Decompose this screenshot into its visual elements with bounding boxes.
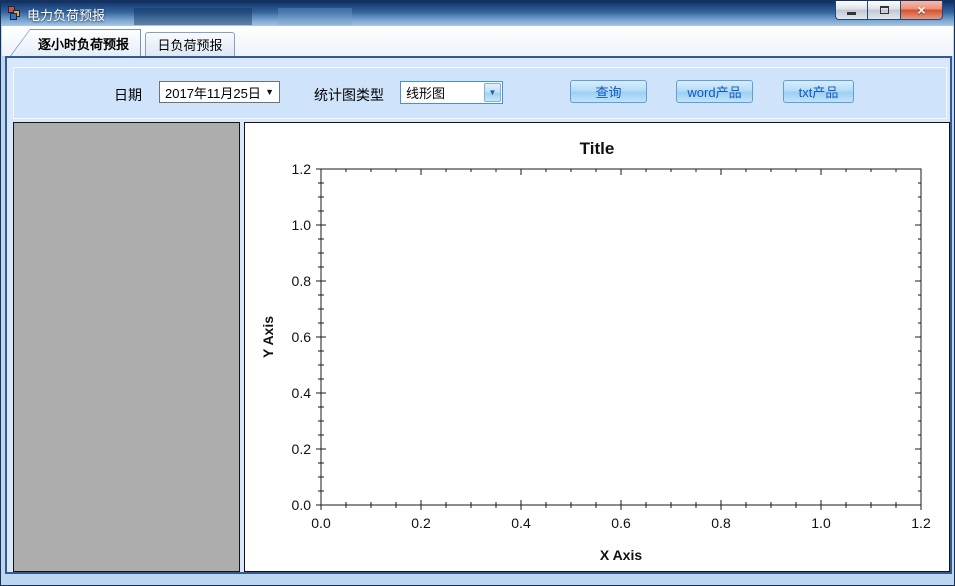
close-icon: × xyxy=(917,2,926,18)
minimize-button[interactable] xyxy=(835,1,868,20)
chart-panel: 0.0 0.2 0.4 0.6 0.8 1.0 1.2 0.0 0.2 0.4 0.6 0.8 1.0 1… xyxy=(244,122,950,572)
tab-hourly-label: 逐小时负荷预报 xyxy=(37,36,129,52)
chart-canvas: 0.0 0.2 0.4 0.6 0.8 1.0 1.2 0.0 0.2 0.4 0.6 0.8 1.0 1… xyxy=(260,139,931,563)
window-controls: × xyxy=(835,1,943,20)
svg-text:1.2: 1.2 xyxy=(911,515,931,531)
tab-hourly-forecast[interactable]: 逐小时负荷预报 xyxy=(10,29,141,56)
combo-dropdown-arrow-icon: ▼ xyxy=(488,87,497,97)
titlebar-ghost xyxy=(278,8,352,25)
window-titlebar[interactable]: 电力负荷预报 × xyxy=(1,1,954,26)
combo-dropdown-button[interactable]: ▼ xyxy=(484,83,501,102)
svg-text:0.4: 0.4 xyxy=(292,385,312,401)
txt-export-button[interactable]: txt产品 xyxy=(783,80,854,103)
window-title: 电力负荷预报 xyxy=(27,8,106,23)
svg-text:1.0: 1.0 xyxy=(811,515,831,531)
svg-text:0.8: 0.8 xyxy=(292,273,312,289)
svg-text:Title: Title xyxy=(580,139,615,158)
tab-daily-label: 日负荷预报 xyxy=(157,38,223,53)
tab-strip: 逐小时负荷预报 日负荷预报 xyxy=(2,26,953,56)
svg-text:0.6: 0.6 xyxy=(611,515,631,531)
chart-type-label: 统计图类型 xyxy=(314,87,384,103)
svg-text:0.2: 0.2 xyxy=(292,441,312,457)
date-picker-value: 2017年11月25日 xyxy=(165,85,261,101)
toolbar-panel: 日期 2017年11月25日 ▼ 统计图类型 线形图 ▼ 查询 word产品 t… xyxy=(13,67,947,119)
query-button[interactable]: 查询 xyxy=(570,80,647,103)
maximize-icon xyxy=(879,6,889,14)
word-export-button[interactable]: word产品 xyxy=(676,80,753,103)
app-icon xyxy=(8,6,23,21)
tab-daily-forecast[interactable]: 日负荷预报 xyxy=(145,32,235,56)
maximize-button[interactable] xyxy=(868,1,900,20)
svg-text:0.0: 0.0 xyxy=(311,515,331,531)
svg-text:0.8: 0.8 xyxy=(711,515,731,531)
close-button[interactable]: × xyxy=(900,1,943,20)
svg-text:X Axis: X Axis xyxy=(600,547,642,563)
svg-text:1.0: 1.0 xyxy=(292,217,312,233)
date-label: 日期 xyxy=(114,87,142,103)
svg-text:1.2: 1.2 xyxy=(292,161,312,177)
date-picker[interactable]: 2017年11月25日 ▼ xyxy=(159,81,280,103)
svg-text:0.4: 0.4 xyxy=(511,515,531,531)
app-icon-square-blue xyxy=(10,13,17,20)
svg-text:0.2: 0.2 xyxy=(411,515,431,531)
minimize-icon xyxy=(847,12,856,15)
svg-text:Y Axis: Y Axis xyxy=(260,316,276,358)
date-dropdown-arrow-icon: ▼ xyxy=(265,87,274,97)
left-panel xyxy=(13,122,240,572)
svg-text:0.0: 0.0 xyxy=(292,497,312,513)
chart-type-combobox[interactable]: 线形图 ▼ xyxy=(400,81,503,104)
chart-type-value: 线形图 xyxy=(406,86,446,101)
svg-text:0.6: 0.6 xyxy=(292,329,312,345)
tab-page-hourly: 日期 2017年11月25日 ▼ 统计图类型 线形图 ▼ 查询 word产品 t… xyxy=(5,56,952,574)
app-window: 电力负荷预报 × 逐小时负荷预报 日负荷预报 日期 2017年11月25日 ▼ … xyxy=(0,0,955,586)
titlebar-ghost xyxy=(134,8,252,25)
